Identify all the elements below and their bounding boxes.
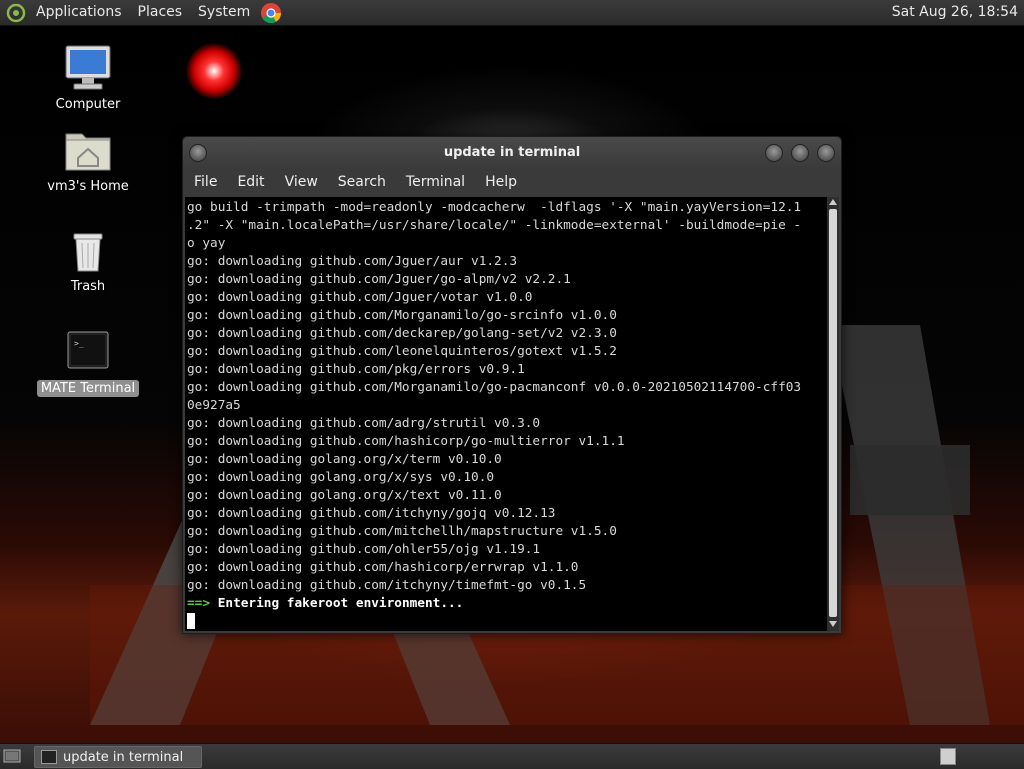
desktop-icon-home[interactable]: vm3's Home: [33, 126, 143, 195]
terminal-line: go: downloading golang.org/x/sys v0.10.0: [187, 470, 495, 485]
system-menu[interactable]: System: [190, 0, 258, 25]
close-button[interactable]: [817, 144, 835, 162]
desktop-icon-mate-terminal[interactable]: >_ MATE Terminal: [33, 328, 143, 397]
menu-edit[interactable]: Edit: [227, 174, 274, 190]
desktop-icon-label: Trash: [70, 279, 106, 294]
text-cursor: [187, 613, 195, 629]
menu-view[interactable]: View: [275, 174, 328, 190]
terminal-line: go: downloading github.com/Jguer/aur v1.…: [187, 254, 518, 269]
terminal-line: .2" -X "main.localePath=/usr/share/local…: [187, 218, 802, 233]
terminal-line: go: downloading github.com/hashicorp/err…: [187, 560, 579, 575]
wallpaper-red-light: [186, 43, 242, 99]
terminal-line: go: downloading github.com/mitchellh/map…: [187, 524, 617, 539]
terminal-line: go: downloading github.com/Morganamilo/g…: [187, 308, 617, 323]
taskbar-item-terminal[interactable]: update in terminal: [34, 746, 202, 768]
svg-text:>_: >_: [74, 339, 84, 348]
menu-help[interactable]: Help: [475, 174, 527, 190]
terminal-line: o yay: [187, 236, 226, 251]
home-folder-icon: [65, 133, 111, 171]
terminal-line: go: downloading github.com/Jguer/votar v…: [187, 290, 533, 305]
places-menu[interactable]: Places: [130, 0, 191, 25]
taskbar-item-label: update in terminal: [63, 749, 184, 765]
bottom-panel: update in terminal: [0, 743, 1024, 769]
clock[interactable]: Sat Aug 26, 18:54: [892, 0, 1018, 25]
trash-icon: [73, 233, 103, 272]
terminal-icon: >_: [67, 331, 109, 369]
desktop-icon-label: Computer: [55, 97, 121, 112]
terminal-line: go: downloading github.com/pkg/errors v0…: [187, 362, 525, 377]
scroll-down-arrow-icon[interactable]: [829, 621, 837, 627]
terminal-line: go: downloading github.com/ohler55/ojg v…: [187, 542, 541, 557]
show-desktop-icon[interactable]: [3, 748, 21, 764]
status-message: Entering fakeroot environment...: [217, 596, 464, 611]
desktop-icon-label: MATE Terminal: [36, 380, 140, 397]
menu-search[interactable]: Search: [328, 174, 396, 190]
desktop-icon-trash[interactable]: Trash: [33, 226, 143, 295]
terminal-menubar: File Edit View Search Terminal Help: [183, 169, 841, 195]
minimize-button[interactable]: [765, 144, 783, 162]
status-arrow: ==>: [187, 596, 211, 611]
scroll-up-arrow-icon[interactable]: [829, 199, 837, 205]
maximize-button[interactable]: [791, 144, 809, 162]
terminal-line: 0e927a5: [187, 398, 241, 413]
terminal-titlebar[interactable]: update in terminal: [183, 137, 841, 169]
menu-file[interactable]: File: [183, 174, 227, 190]
terminal-window[interactable]: update in terminal File Edit View Search…: [182, 136, 842, 634]
terminal-line: go: downloading github.com/adrg/strutil …: [187, 416, 541, 431]
terminal-line: go: downloading github.com/itchyny/gojq …: [187, 506, 556, 521]
top-panel: Applications Places System Sat Aug 26, 1…: [0, 0, 1024, 26]
terminal-line: go: downloading github.com/deckarep/gola…: [187, 326, 617, 341]
terminal-output[interactable]: go build -trimpath -mod=readonly -modcac…: [185, 197, 827, 631]
terminal-line: go: downloading golang.org/x/text v0.11.…: [187, 488, 502, 503]
terminal-line: go: downloading github.com/hashicorp/go-…: [187, 434, 625, 449]
terminal-line: go: downloading github.com/itchyny/timef…: [187, 578, 587, 593]
workspace-switcher[interactable]: [940, 748, 956, 765]
terminal-icon: [41, 750, 57, 764]
terminal-line: go: downloading golang.org/x/term v0.10.…: [187, 452, 502, 467]
terminal-scrollbar[interactable]: [827, 197, 839, 631]
computer-icon: [65, 45, 111, 90]
desktop-icon-label: vm3's Home: [47, 179, 129, 194]
menu-terminal[interactable]: Terminal: [396, 174, 475, 190]
scrollbar-thumb[interactable]: [829, 209, 837, 617]
desktop-icon-computer[interactable]: Computer: [33, 44, 143, 113]
terminal-line: go: downloading github.com/Morganamilo/g…: [187, 380, 802, 395]
terminal-line: go: downloading github.com/leonelquinter…: [187, 344, 617, 359]
applications-menu[interactable]: Applications: [28, 0, 130, 25]
terminal-line: go build -trimpath -mod=readonly -modcac…: [187, 200, 802, 215]
mate-logo-icon[interactable]: [4, 1, 28, 25]
terminal-line: go: downloading github.com/Jguer/go-alpm…: [187, 272, 571, 287]
window-title: update in terminal: [443, 145, 581, 160]
chrome-launcher-icon[interactable]: [260, 2, 282, 24]
